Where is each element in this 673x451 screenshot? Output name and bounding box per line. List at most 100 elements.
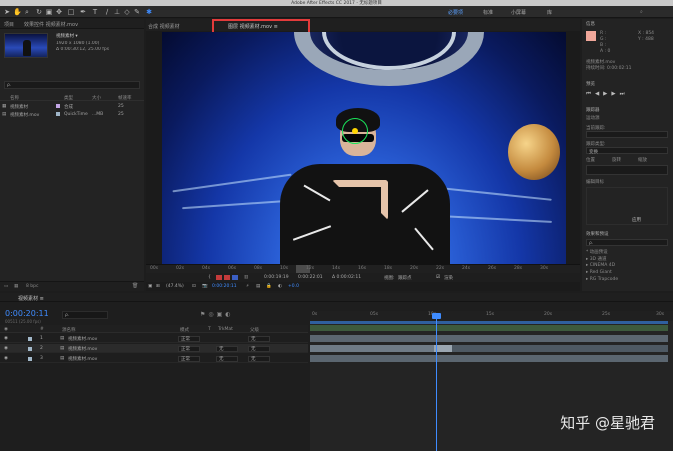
column-source-name[interactable]: 源名称 <box>62 327 76 333</box>
layer-bar-top[interactable] <box>310 325 668 331</box>
blue-channel-icon[interactable] <box>232 275 238 280</box>
column-name[interactable]: 名称 <box>10 95 19 101</box>
column-fps[interactable]: 帧速率 <box>118 95 132 101</box>
edit-target-button[interactable]: 编辑目标 <box>586 179 604 185</box>
clone-tool-icon[interactable]: ⊥ <box>113 8 121 16</box>
eye-icon[interactable]: ◉ <box>4 346 8 351</box>
table-row[interactable]: ◉ 2 ▤ 视频素材.mov 正常 无 无 <box>0 344 308 353</box>
eraser-tool-icon[interactable]: ◇ <box>123 8 131 16</box>
playback-controls[interactable]: ⏮◀▶▶⏭ <box>586 91 670 99</box>
zoom-tool-icon[interactable]: ⌕ <box>23 8 31 16</box>
puppet-tool-icon[interactable]: ✱ <box>145 8 153 16</box>
effects-item[interactable]: ▸ Red Giant <box>586 270 612 275</box>
footage-name[interactable]: 视频素材 ▾ <box>56 33 78 39</box>
layer-bar-2-left[interactable] <box>310 345 434 352</box>
track-type-select[interactable]: 变换 <box>586 147 668 155</box>
rotate-tool-icon[interactable]: ↻ <box>35 8 43 16</box>
new-comp-icon[interactable]: ▦ <box>14 284 18 289</box>
layer-name[interactable]: 视频素材.mov <box>68 346 97 352</box>
pan-tool-icon[interactable]: ✥ <box>55 8 63 16</box>
av-switch-icon[interactable]: ◉ <box>4 327 8 332</box>
workspace-library[interactable]: 库 <box>547 9 552 16</box>
effects-panel-title[interactable]: 效果和预设 <box>586 231 609 237</box>
exposure-icon[interactable]: ◐ <box>278 284 282 289</box>
render-checkbox[interactable]: ☑ <box>436 275 440 280</box>
timeline-ruler[interactable]: 0s 05s 10s 15s 20s 25s 30s <box>310 311 673 321</box>
out-point[interactable]: 0:00:22:01 <box>298 275 323 280</box>
alpha-channel-icon[interactable]: ▥ <box>244 275 248 280</box>
exposure-value[interactable]: +0.0 <box>288 284 299 289</box>
effects-item[interactable]: ▸ CINEMA 4D <box>586 263 615 268</box>
composition-canvas[interactable] <box>162 32 566 270</box>
option-scale[interactable]: 缩放 <box>638 157 647 163</box>
trash-icon[interactable]: 🗑 <box>132 283 138 289</box>
project-search-input[interactable]: ρ. <box>4 81 140 89</box>
tab-composition[interactable]: 合成 视频素材 <box>148 23 180 30</box>
viewer-timecode[interactable]: 0:00:20:11 <box>212 284 237 289</box>
track-point-center[interactable] <box>352 128 358 134</box>
layer-name[interactable]: 视频素材.mov <box>68 336 97 342</box>
work-area-bar[interactable] <box>310 321 668 324</box>
work-area-marker[interactable] <box>296 265 310 273</box>
option-rotation[interactable]: 旋转 <box>612 157 621 163</box>
timeline-search-input[interactable]: ρ. <box>62 311 108 319</box>
column-size[interactable]: 大小 <box>92 95 101 101</box>
column-mode[interactable]: 模式 <box>180 327 189 333</box>
eye-icon[interactable]: ◉ <box>4 356 8 361</box>
column-type[interactable]: 类型 <box>64 95 73 101</box>
green-channel-icon[interactable] <box>224 275 230 280</box>
tab-project[interactable]: 项目 <box>4 21 14 28</box>
snapshot-icon[interactable]: 📷 <box>202 284 208 289</box>
mask-tool-icon[interactable]: □ <box>67 8 75 16</box>
tab-timeline-comp[interactable]: 视频素材 ≡ <box>18 295 44 302</box>
current-time-display[interactable]: 0:00:20:11 <box>5 309 49 318</box>
lock-icon[interactable]: 🔒 <box>266 284 272 289</box>
apply-button[interactable]: 应用 <box>632 217 641 223</box>
camera-tool-icon[interactable]: ▣ <box>45 8 53 16</box>
workspace-essentials[interactable]: 必要项 <box>448 9 463 16</box>
tracker-panel-title[interactable]: 跟踪器 <box>586 107 600 113</box>
effects-search-input[interactable]: ρ. <box>586 239 668 246</box>
view-select[interactable]: 跟踪点 <box>398 275 412 281</box>
effects-item[interactable]: ▸ 3D 通道 <box>586 256 606 262</box>
layer-bar-2-right[interactable] <box>452 345 668 352</box>
effects-item[interactable]: ▸ RG Trapcode <box>586 277 618 282</box>
bit-depth[interactable]: 8 bpc <box>26 284 38 289</box>
selection-tool-icon[interactable]: ➤ <box>3 8 11 16</box>
playhead-line[interactable] <box>436 315 437 451</box>
column-trkmat[interactable]: TrkMat <box>218 327 233 332</box>
option-position[interactable]: 位置 <box>586 157 595 163</box>
in-point-icon[interactable]: { <box>208 275 211 280</box>
in-point[interactable]: 0:00:19:19 <box>264 275 289 280</box>
preview-panel-title[interactable]: 预览 <box>586 81 595 87</box>
effects-item[interactable]: * 动画预设 <box>586 249 608 255</box>
grid-icon[interactable]: ⊡ <box>192 284 196 289</box>
zoom-level[interactable]: (47.4%) <box>166 284 184 289</box>
hand-tool-icon[interactable]: ✋ <box>13 8 22 16</box>
brush-tool-icon[interactable]: ∕ <box>103 8 111 16</box>
roto-tool-icon[interactable]: ✎ <box>133 8 141 16</box>
layer-bar-1[interactable] <box>310 335 668 342</box>
search-help-icon[interactable]: ⌕ <box>640 9 643 15</box>
type-tool-icon[interactable]: T <box>91 8 99 16</box>
table-row[interactable]: ◉ 1 ▤ 视频素材.mov 正常 无 <box>0 334 308 343</box>
safe-area-icon[interactable]: ⊞ <box>156 284 160 289</box>
track-analyze-controls[interactable] <box>586 165 668 175</box>
column-parent[interactable]: 父级 <box>250 327 259 333</box>
new-folder-icon[interactable]: ▭ <box>4 284 8 289</box>
pen-tool-icon[interactable]: ✒ <box>79 8 87 16</box>
viewer-time-ruler[interactable]: 00s 02s 04s 06s 08s 10s 12s 14s 16s 18s … <box>146 264 580 273</box>
table-row[interactable]: ◉ 3 ▤ 视频素材.mov 正常 无 无 <box>0 354 308 363</box>
resolution-icon[interactable]: ▣ <box>148 284 152 289</box>
timeline-switches-icons[interactable]: ⚑◎▣◐ <box>200 311 234 318</box>
eye-icon[interactable]: ◉ <box>4 336 8 341</box>
info-panel-title[interactable]: 信息 <box>586 21 595 27</box>
layer-bar-3[interactable] <box>310 355 668 362</box>
fast-preview-icon[interactable]: ⚡ <box>246 284 249 289</box>
workspace-standard[interactable]: 标准 <box>483 9 493 16</box>
track-current-select[interactable] <box>586 131 668 138</box>
tab-effect-controls[interactable]: 效果控件 视频素材.mov <box>24 21 78 28</box>
camera-icon[interactable]: ▤ <box>256 284 260 289</box>
list-item[interactable]: ▤ 视频素材.mov QuickTime ...MB 25 <box>0 111 144 118</box>
layer-name[interactable]: 视频素材.mov <box>68 356 97 362</box>
